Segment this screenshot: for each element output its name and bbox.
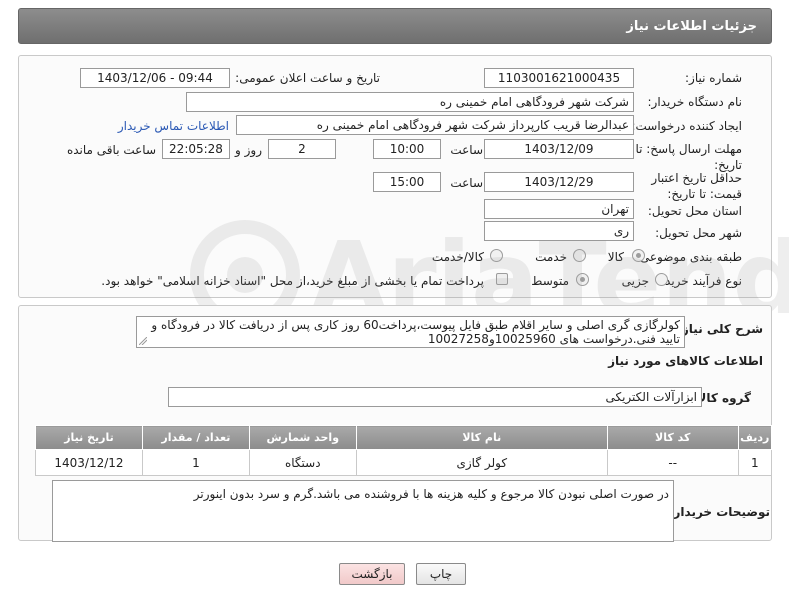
buyer-notes-text: در صورت اصلی نبودن کالا مرجوع و کلیه هزی… (193, 487, 669, 501)
col-row: ردیف (737, 425, 773, 450)
print-button[interactable]: چاپ (416, 563, 466, 585)
price-validity-time-field: 15:00 (373, 172, 441, 192)
description-field: کولرگازی گری اصلی و سایر اقلام طبق فایل … (136, 316, 685, 348)
need-number-label: شماره نیاز: (685, 71, 742, 85)
cell-name: کولر گازی (355, 449, 608, 476)
category-option-both: کالا/خدمت (431, 250, 484, 264)
description-text: کولرگازی گری اصلی و سایر اقلام طبق فایل … (151, 318, 680, 346)
category-label: طبقه بندی موضوعی: (635, 250, 742, 264)
process-radio-medium[interactable] (576, 273, 589, 286)
goods-table-header: ردیف کد کالا نام کالا واحد شمارش تعداد /… (35, 425, 773, 450)
col-code: کد کالا (606, 425, 739, 450)
creator-label: ایجاد کننده درخواست: (631, 119, 742, 133)
category-option-service: خدمت (535, 250, 567, 264)
page-header: جزئیات اطلاعات نیاز (18, 8, 772, 44)
process-radio-minor[interactable] (655, 273, 668, 286)
category-radio-goods[interactable] (632, 249, 645, 262)
cell-unit: دستگاه (248, 449, 357, 476)
contact-buyer-link[interactable]: اطلاعات تماس خریدار (118, 119, 229, 133)
announce-label: تاریخ و ساعت اعلان عمومی: (235, 71, 380, 85)
goods-table: ردیف کد کالا نام کالا واحد شمارش تعداد /… (35, 425, 773, 476)
province-label: استان محل تحویل: (647, 204, 742, 218)
price-validity-time-label: ساعت (450, 176, 483, 190)
buyer-label: نام دستگاه خریدار: (647, 95, 743, 109)
col-quantity: تعداد / مقدار (141, 425, 250, 450)
buyer-notes-label: توضیحات خریدار: (668, 505, 770, 519)
category-option-goods: کالا (607, 250, 624, 264)
table-row: 1 -- کولر گازی دستگاه 1 1403/12/12 (35, 449, 773, 476)
deadline-label: مهلت ارسال پاسخ: تا تاریخ: (635, 142, 742, 172)
creator-field: عبدالرضا قریب کارپرداز شرکت شهر فرودگاهی… (236, 115, 634, 135)
treasury-payment-checkbox[interactable] (496, 273, 508, 285)
deadline-time-field: 10:00 (373, 139, 441, 159)
cell-date: 1403/12/12 (35, 449, 143, 476)
process-option-medium: متوسط (531, 274, 569, 288)
province-field: تهران (484, 199, 634, 219)
days-label: روز و (235, 143, 262, 157)
need-number-field: 1103001621000435 (484, 68, 634, 88)
category-radio-service[interactable] (573, 249, 586, 262)
resize-grip-icon[interactable] (139, 337, 147, 345)
goods-group-field: ابزارآلات الکتریکی (168, 387, 702, 407)
days-count-field: 2 (268, 139, 336, 159)
buyer-notes-field: در صورت اصلی نبودن کالا مرجوع و کلیه هزی… (52, 480, 674, 542)
remaining-label: ساعت باقی مانده (66, 143, 156, 157)
announce-field: 1403/12/06 - 09:44 (80, 68, 230, 88)
description-label: شرح کلی نیاز: (677, 322, 763, 336)
category-radio-both[interactable] (490, 249, 503, 262)
city-field: ری (484, 221, 634, 241)
deadline-time-label: ساعت (450, 143, 483, 157)
back-button[interactable]: بازگشت (339, 563, 405, 585)
city-label: شهر محل تحویل: (655, 226, 742, 240)
cell-row: 1 (737, 449, 773, 476)
payment-note: پرداخت تمام یا بخشی از مبلغ خرید،از محل … (101, 274, 484, 288)
goods-info-title: اطلاعات کالاهای مورد نیاز (608, 354, 763, 368)
buyer-field: شرکت شهر فرودگاهی امام خمینی ره (186, 92, 634, 112)
col-date: تاریخ نیاز (35, 425, 143, 450)
col-name: نام کالا (355, 425, 608, 450)
deadline-date-field: 1403/12/09 (484, 139, 634, 159)
cell-code: -- (606, 449, 739, 476)
cell-quantity: 1 (141, 449, 250, 476)
col-unit: واحد شمارش (248, 425, 357, 450)
process-label: نوع فرآیند خرید : (657, 274, 742, 288)
price-validity-date-field: 1403/12/29 (484, 172, 634, 192)
process-option-minor: جزیی (621, 274, 649, 288)
page-title: جزئیات اطلاعات نیاز (626, 19, 757, 34)
remaining-time-field: 22:05:28 (162, 139, 230, 159)
price-validity-label: حداقل تاریخ اعتبار قیمت: تا تاریخ: (651, 171, 742, 201)
